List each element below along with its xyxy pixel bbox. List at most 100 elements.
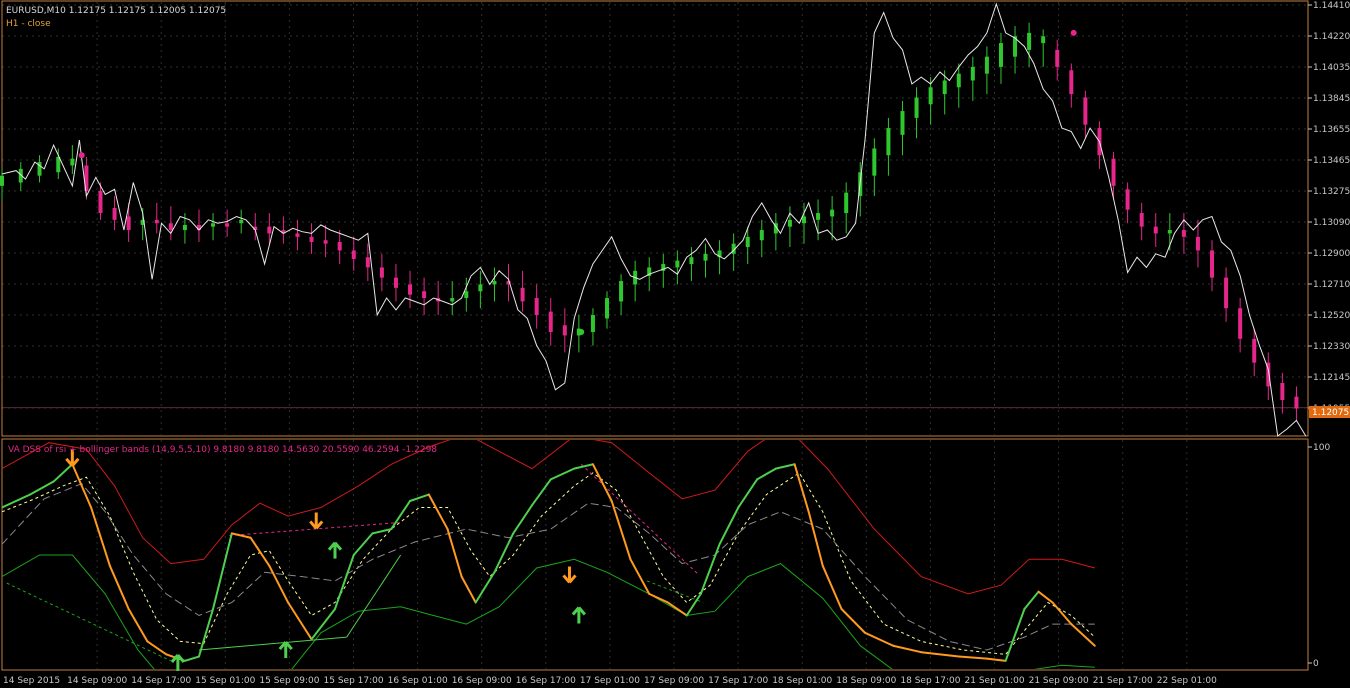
candle-body [914,97,919,118]
candle-body [548,311,553,333]
time-axis-label: 22 Sep 01:00 [1157,676,1217,686]
candle-body [1139,213,1144,227]
signal-dot [1070,29,1077,36]
time-axis-label: 21 Sep 17:00 [1093,676,1153,686]
time-axis-label: 16 Sep 09:00 [452,676,512,686]
candle-body [619,281,624,302]
candle-body [1083,97,1088,125]
candle-body [98,190,103,214]
candle-body [675,260,680,268]
time-axis-label: 14 Sep 17:00 [131,676,191,686]
candle-body [1069,70,1074,95]
time-axis-label: 17 Sep 01:00 [580,676,640,686]
candle-body [450,298,455,302]
time-axis-label: 17 Sep 17:00 [708,676,768,686]
candle-body [745,236,750,248]
candle-body [112,207,117,220]
candle-body [605,298,610,319]
trading-chart: 1.14410 1.14220 1.14035 1.13845 1.13655 1.134… [0,0,1350,688]
candle-body [1224,277,1229,309]
candle-body [365,257,370,268]
candle-body [1153,226,1158,234]
candle-body [267,226,272,234]
candle-body [422,291,427,299]
candle-body [351,250,356,259]
candle-body [309,236,314,242]
candle-body [787,219,792,227]
time-axis-label: 18 Sep 17:00 [900,676,960,686]
candle-body [1027,32,1032,50]
time-axis-label: 17 Sep 09:00 [644,676,704,686]
candle-body [0,175,4,186]
candle-body [1195,236,1200,251]
candle-body [900,111,905,135]
candle-body [492,281,497,285]
price-axis-label: 1.12710 [1313,280,1350,290]
candle-body [1041,36,1046,44]
candle-body [337,241,342,251]
candle-body [844,192,849,214]
candle-body [126,216,131,231]
current-price-tag: 1.12075 [1309,406,1350,418]
candle-body [970,66,975,81]
signal-dot [578,329,585,336]
chart-subtitle: H1 - close [6,19,51,29]
candle-body [1210,250,1215,278]
candle-body [211,223,216,227]
signal-dot [78,152,85,159]
price-axis-label: 1.12900 [1313,249,1350,259]
candle-body [1111,158,1116,186]
candle-body [1280,383,1285,401]
candle-body [408,284,413,295]
candle-body [323,240,328,244]
candle-body [464,291,469,299]
candle-body [295,233,300,237]
candle-body [379,267,384,278]
oscillator-title: VA DSS of rsi + bollinger bands (14,9,5,… [8,445,437,455]
candle-body [942,80,947,95]
price-axis-label: 1.14410 [1313,1,1350,11]
time-axis-label: 21 Sep 09:00 [1029,676,1089,686]
candle-body [70,158,75,166]
candle-body [703,253,708,261]
price-axis-label: 1.14220 [1313,32,1350,42]
candle-body [168,223,173,231]
price-axis-label: 1.12330 [1313,342,1350,352]
candle-body [984,56,989,74]
candle-body [590,315,595,333]
oscillator-axis-label: 0 [1313,659,1319,669]
candle-body [886,128,891,156]
time-axis-label: 14 Sep 09:00 [67,676,127,686]
price-axis-label: 1.13845 [1313,94,1350,104]
price-axis-label: 1.13090 [1313,218,1350,228]
candle-body [393,277,398,288]
candle-body [1055,49,1060,67]
candle-body [816,213,821,220]
candle-body [1294,396,1299,409]
time-axis-label: 14 Sep 2015 [3,676,60,686]
price-tag-text: 1.12075 [1312,408,1349,418]
time-axis-labels: 14 Sep 2015 14 Sep 09:00 14 Sep 17:00 15 Se… [3,676,1217,686]
time-axis-label: 16 Sep 17:00 [516,676,576,686]
chart-title: EURUSD,M10 1.12175 1.12175 1.12005 1.120… [6,6,226,16]
candle-body [1181,230,1186,237]
candle-body [928,87,933,105]
time-axis-label: 21 Sep 01:00 [965,676,1025,686]
candle-body [520,287,525,302]
candle-body [801,216,806,224]
candle-body [1125,189,1130,210]
candle-body [562,325,567,336]
candle-body [830,209,835,217]
candle-body [872,148,877,176]
time-axis-label: 15 Sep 09:00 [259,676,319,686]
time-axis-label: 15 Sep 01:00 [195,676,255,686]
time-axis-label: 18 Sep 01:00 [772,676,832,686]
price-axis-label: 1.13275 [1313,187,1350,197]
candle-body [239,219,244,224]
chart-background [0,0,1350,688]
price-axis-label: 1.13465 [1313,156,1350,166]
time-axis-label: 18 Sep 09:00 [836,676,896,686]
candle-body [1238,308,1243,339]
price-axis-label: 1.13655 [1313,125,1350,135]
time-axis-label: 16 Sep 01:00 [388,676,448,686]
